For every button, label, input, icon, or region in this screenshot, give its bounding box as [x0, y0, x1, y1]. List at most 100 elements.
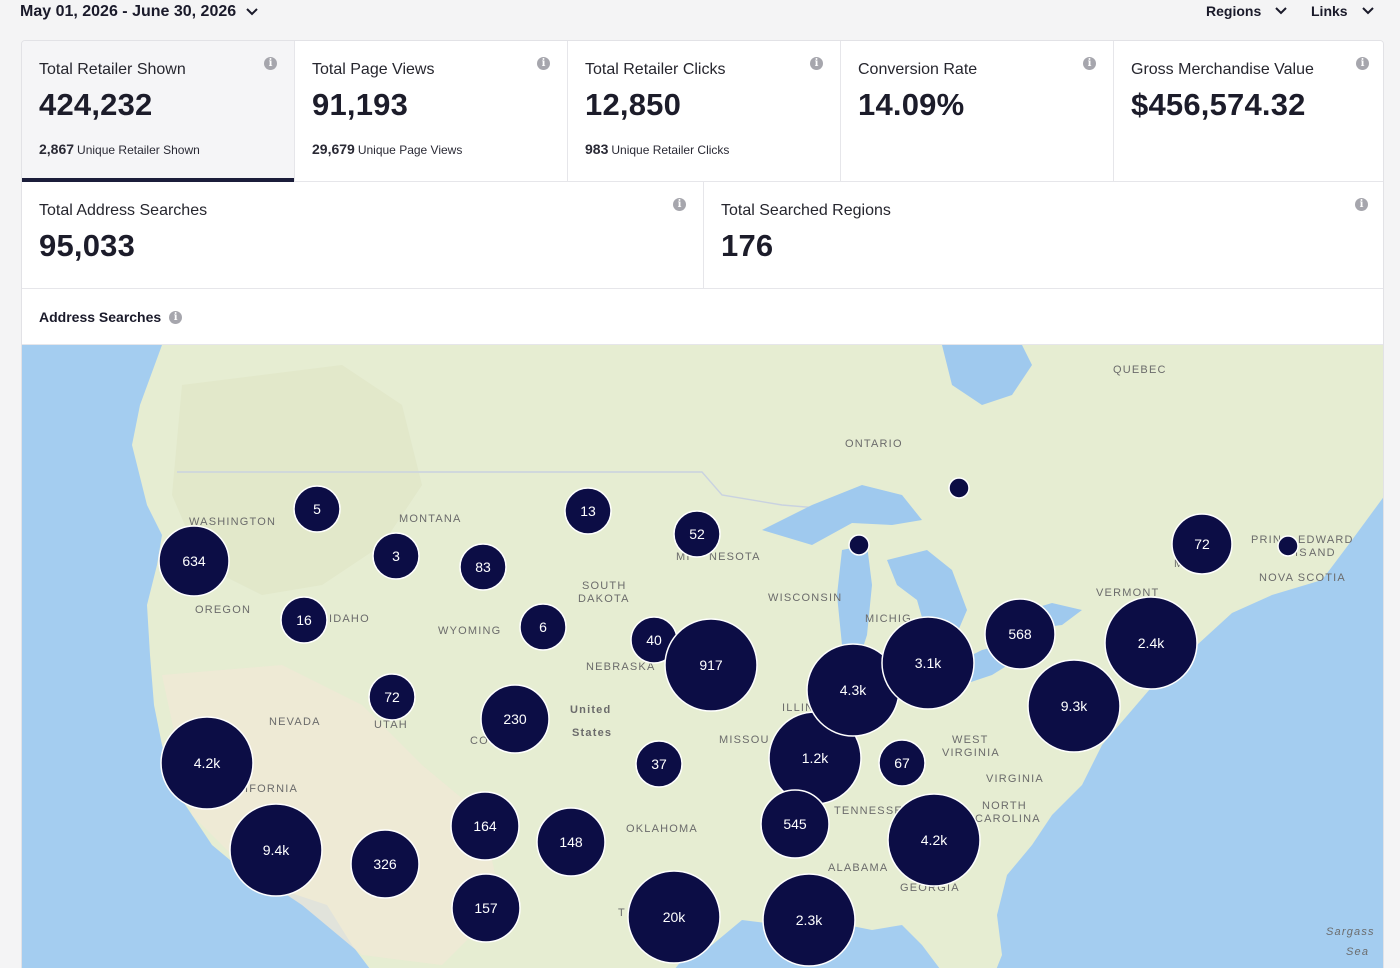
- cluster-count: 37: [651, 756, 667, 772]
- cluster-marker[interactable]: 164: [450, 791, 520, 861]
- cluster-circle[interactable]: [1277, 535, 1299, 557]
- map-canvas[interactable]: WASHINGTONOREGONMONTANAIDAHOWYOMINGNEVAD…: [22, 345, 1384, 968]
- top-bar: May 01, 2026 - June 30, 2026 Regions Lin…: [0, 0, 1400, 26]
- chevron-down-icon: [246, 8, 258, 16]
- cluster-marker[interactable]: 157: [451, 873, 521, 943]
- cluster-count: 4.3k: [840, 682, 867, 698]
- map-region-label: NEBRASKA: [586, 661, 656, 673]
- cluster-marker[interactable]: 83: [459, 543, 507, 591]
- cluster-marker[interactable]: 20k: [627, 870, 721, 964]
- cluster-count: 67: [894, 755, 910, 771]
- cluster-circle[interactable]: [948, 477, 970, 499]
- map-region-label: Sargass: [1326, 926, 1375, 938]
- map-region-label: UTAH: [374, 719, 408, 731]
- cluster-marker[interactable]: 5: [293, 485, 341, 533]
- cluster-marker[interactable]: [848, 534, 870, 556]
- info-icon[interactable]: i: [673, 198, 686, 211]
- metric-sub-label: Unique Retailer Shown: [77, 143, 200, 157]
- cluster-marker[interactable]: [948, 477, 970, 499]
- metric-card-total-page-views[interactable]: Total Page Views 91,193 29,679 Unique Pag…: [295, 41, 568, 182]
- cluster-marker[interactable]: 52: [673, 510, 721, 558]
- cluster-marker[interactable]: 2.3k: [762, 873, 856, 967]
- cluster-marker[interactable]: 917: [664, 618, 758, 712]
- map-region-label: QUEBEC: [1113, 364, 1167, 376]
- cluster-count: 20k: [663, 909, 687, 925]
- info-icon[interactable]: i: [537, 57, 550, 70]
- cluster-marker[interactable]: 545: [760, 789, 830, 859]
- cluster-marker[interactable]: 148: [536, 807, 606, 877]
- metric-card-total-retailer-clicks[interactable]: Total Retailer Clicks 12,850 983 Unique R…: [568, 41, 841, 182]
- chevron-down-icon: [1275, 7, 1287, 15]
- cluster-marker[interactable]: [1277, 535, 1299, 557]
- cluster-circle[interactable]: [848, 534, 870, 556]
- cluster-count: 164: [473, 818, 497, 834]
- map-region-label: NOVA SCOTIA: [1259, 572, 1346, 584]
- cluster-marker[interactable]: 230: [480, 684, 550, 754]
- cluster-marker[interactable]: 9.4k: [229, 803, 323, 897]
- cluster-count: 326: [373, 856, 397, 872]
- links-dropdown[interactable]: Links: [1311, 3, 1376, 19]
- metric-sub-label: Unique Retailer Clicks: [611, 143, 730, 157]
- info-icon[interactable]: i: [264, 57, 277, 70]
- cluster-marker[interactable]: 3: [372, 532, 420, 580]
- cluster-marker[interactable]: 72: [368, 673, 416, 721]
- cluster-marker[interactable]: 326: [350, 829, 420, 899]
- info-icon[interactable]: i: [169, 310, 183, 324]
- metric-sub-label: Unique Page Views: [357, 143, 463, 157]
- metric-sub: 2,867 Unique Retailer Shown: [39, 141, 200, 157]
- cluster-marker[interactable]: 67: [878, 739, 926, 787]
- cluster-marker[interactable]: 9.3k: [1027, 659, 1121, 753]
- metric-card-total-searched-regions[interactable]: Total Searched Regions 176 i: [704, 182, 1383, 289]
- cluster-marker[interactable]: 4.2k: [887, 793, 981, 887]
- regions-dropdown-label: Regions: [1206, 3, 1262, 19]
- info-icon[interactable]: i: [1083, 57, 1096, 70]
- map-region-label: NEVADA: [269, 716, 321, 728]
- cluster-marker[interactable]: 634: [158, 525, 230, 597]
- info-icon[interactable]: i: [1355, 198, 1368, 211]
- address-searches-map[interactable]: WASHINGTON OREGON MONTANA IDAHO WYOMING NEVAD…: [22, 345, 1384, 968]
- cluster-marker[interactable]: 568: [984, 598, 1056, 670]
- metric-card-conversion-rate[interactable]: Conversion Rate 14.09% i: [841, 41, 1114, 182]
- cluster-count: 917: [699, 657, 723, 673]
- date-range-picker[interactable]: May 01, 2026 - June 30, 2026: [20, 3, 260, 21]
- cluster-count: 9.3k: [1061, 698, 1088, 714]
- metric-card-total-address-searches[interactable]: Total Address Searches 95,033 i: [22, 182, 704, 289]
- map-title-label: Address Searches: [39, 309, 162, 325]
- cluster-marker[interactable]: 4.2k: [160, 716, 254, 810]
- metric-value: 12,850: [585, 87, 682, 122]
- cluster-marker[interactable]: 6: [519, 603, 567, 651]
- cluster-count: 2.3k: [796, 912, 823, 928]
- cluster-count: 72: [384, 689, 400, 705]
- cluster-count: 568: [1008, 626, 1032, 642]
- metric-sub-value: 2,867: [39, 141, 75, 157]
- map-region-label: AND: [1309, 547, 1336, 559]
- metric-label: Total Page Views: [312, 61, 435, 78]
- cluster-marker[interactable]: 2.4k: [1104, 596, 1198, 690]
- map-region-label: IDAHO: [329, 613, 370, 625]
- map-region-label: SOUTH: [582, 580, 627, 592]
- map-region-label: ALABAMA: [828, 862, 888, 874]
- cluster-marker[interactable]: 13: [564, 487, 612, 535]
- cluster-count: 157: [474, 900, 498, 916]
- cluster-marker[interactable]: 37: [635, 740, 683, 788]
- metric-card-gross-merchandise-value[interactable]: Gross Merchandise Value $456,574.32 i: [1114, 41, 1383, 182]
- metric-value: 95,033: [39, 228, 136, 263]
- links-dropdown-label: Links: [1311, 3, 1348, 19]
- map-region-label: T: [618, 907, 626, 919]
- cluster-count: 6: [539, 619, 547, 635]
- cluster-count: 4.2k: [194, 755, 221, 771]
- map-header: Address Searches i: [22, 289, 1383, 345]
- metric-card-total-retailer-shown[interactable]: Total Retailer Shown 424,232 2,867 Unique…: [22, 41, 295, 182]
- cluster-count: 4.2k: [921, 832, 948, 848]
- map-region-label: WISCONSIN: [768, 592, 842, 604]
- cluster-marker[interactable]: 3.1k: [881, 616, 975, 710]
- map-title: Address Searches i: [39, 309, 183, 325]
- cluster-count: 5: [313, 501, 321, 517]
- map-region-label: WEST: [952, 734, 989, 746]
- cluster-marker[interactable]: 16: [280, 596, 328, 644]
- info-icon[interactable]: i: [1356, 57, 1369, 70]
- cluster-marker[interactable]: 72: [1171, 513, 1233, 575]
- info-icon[interactable]: i: [810, 57, 823, 70]
- cluster-count: 13: [580, 503, 596, 519]
- regions-dropdown[interactable]: Regions: [1206, 3, 1289, 19]
